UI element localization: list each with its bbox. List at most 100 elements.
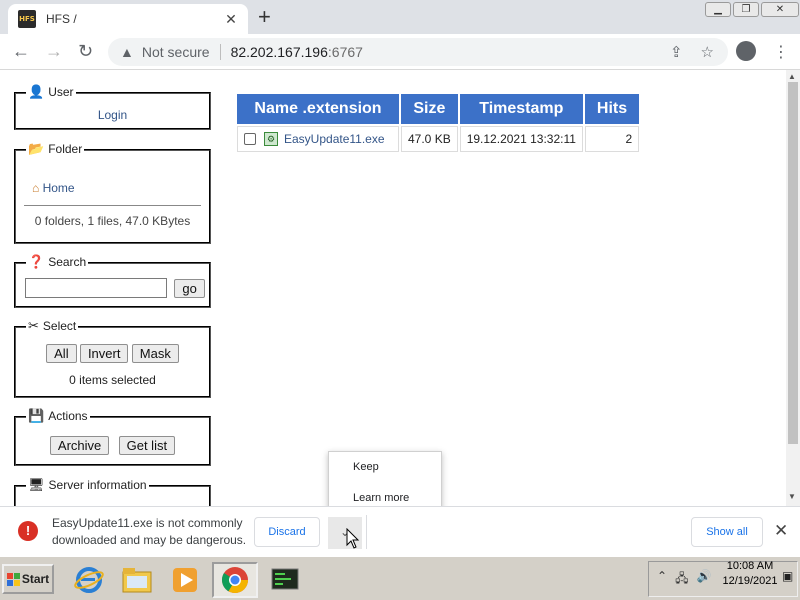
folder-panel: 📂 Folder ⌂ Home 0 folders, 1 files, 47.0… — [14, 141, 211, 244]
search-go-button[interactable]: go — [174, 278, 205, 298]
actions-panel: 💾 Actions Archive Get list — [14, 408, 211, 466]
warning-triangle-icon[interactable]: ▲ — [120, 44, 134, 60]
danger-icon: ! — [18, 521, 38, 541]
minimize-button[interactable]: ▁ — [705, 2, 731, 17]
get-list-button[interactable]: Get list — [118, 436, 176, 455]
taskbar: Start ⌃ 🖧 🔊 10:08 AM 12/19/2021 ▣ — [0, 556, 800, 600]
file-explorer-icon[interactable] — [114, 562, 160, 598]
select-all-button[interactable]: All — [46, 344, 77, 363]
terminal-app-icon[interactable] — [262, 562, 308, 598]
search-input[interactable] — [25, 278, 167, 298]
hfs-page: 👤 User Login 📂 Folder ⌂ Home 0 folders, … — [0, 70, 786, 506]
tray-expand-icon[interactable]: ⌃ — [657, 569, 667, 590]
scroll-up-arrow-icon[interactable]: ▲ — [788, 72, 796, 81]
volume-icon[interactable]: 🔊 — [696, 569, 711, 590]
omnibox-actions: ⇪ ☆ — [670, 43, 714, 61]
show-desktop-icon[interactable]: ▣ — [782, 569, 793, 583]
windows-flag-icon — [6, 572, 20, 586]
user-icon: 👤 — [28, 84, 45, 99]
help-icon: ❓ — [28, 254, 45, 269]
file-select-checkbox[interactable] — [244, 133, 256, 146]
search-legend: ❓ Search — [26, 254, 89, 270]
scissors-icon: ✂ — [28, 318, 39, 333]
select-legend-label: Select — [42, 319, 77, 333]
clock-date: 12/19/2021 — [722, 575, 778, 587]
discard-button[interactable]: Discard — [254, 517, 320, 547]
download-bar-divider — [366, 515, 367, 549]
hfs-favicon-icon: HFS — [18, 10, 36, 28]
column-size[interactable]: Size — [401, 94, 458, 124]
select-legend: ✂ Select — [26, 318, 79, 334]
server-legend: 🖥 Server information — [26, 477, 149, 493]
invert-selection-button[interactable]: Invert — [79, 344, 129, 363]
file-hits-cell: 2 — [584, 126, 640, 152]
start-button[interactable]: Start — [2, 564, 54, 594]
new-tab-button[interactable]: + — [258, 6, 271, 28]
table-header-row: Name .extension Size Timestamp Hits — [237, 94, 640, 124]
column-hits[interactable]: Hits — [584, 94, 640, 124]
login-link[interactable]: Login — [98, 108, 127, 122]
column-timestamp[interactable]: Timestamp — [459, 94, 583, 124]
tab-strip: HFS HFS / ✕ + ▁ ❐ ✕ — [0, 0, 800, 34]
show-all-button[interactable]: Show all — [691, 517, 763, 547]
file-size-cell: 47.0 KB — [401, 126, 458, 152]
browser-toolbar: ← → ↻ ▲ Not secure 82.202.167.196:6767 ⇪… — [0, 34, 800, 70]
url-port: :6767 — [327, 44, 363, 60]
tab-close-icon[interactable]: ✕ — [222, 11, 240, 28]
column-name[interactable]: Name .extension — [237, 94, 399, 124]
file-name-cell: ⚙ EasyUpdate11.exe — [237, 126, 399, 152]
menu-item-keep[interactable]: Keep — [329, 452, 441, 483]
server-legend-label: Server information — [48, 478, 147, 492]
internet-explorer-icon[interactable] — [66, 562, 112, 598]
search-panel: ❓ Search go — [14, 254, 211, 308]
tab-hfs[interactable]: HFS HFS / ✕ — [8, 4, 248, 34]
share-icon[interactable]: ⇪ — [670, 43, 683, 61]
clock-time: 10:08 AM — [726, 560, 774, 572]
archive-button[interactable]: Archive — [49, 436, 110, 455]
page-scrollbar-thumb[interactable] — [788, 82, 798, 444]
forward-arrow-icon[interactable]: → — [45, 42, 63, 60]
server-info-panel: 🖥 Server information — [14, 477, 211, 506]
selection-status: 0 items selected — [69, 373, 156, 387]
exe-file-icon: ⚙ — [264, 132, 278, 147]
back-arrow-icon[interactable]: ← — [12, 42, 30, 60]
url-host: 82.202.167.196 — [230, 44, 328, 60]
bookmark-star-icon[interactable]: ☆ — [701, 43, 714, 61]
address-bar[interactable]: ▲ Not secure 82.202.167.196:6767 ⇪ ☆ — [108, 38, 728, 66]
home-link[interactable]: Home — [43, 181, 75, 195]
start-label: Start — [21, 572, 50, 586]
scroll-down-arrow-icon[interactable]: ▼ — [788, 492, 796, 501]
download-warning-message: EasyUpdate11.exe is not commonly downloa… — [52, 516, 247, 547]
maximize-button[interactable]: ❐ — [733, 2, 759, 17]
profile-avatar-icon[interactable] — [736, 41, 756, 61]
file-link[interactable]: EasyUpdate11.exe — [284, 132, 385, 146]
window-close-button[interactable]: ✕ — [761, 2, 799, 17]
download-bar: ! EasyUpdate11.exe is not commonly downl… — [0, 506, 800, 556]
mouse-cursor-icon — [346, 528, 360, 549]
reload-icon[interactable]: ↻ — [78, 42, 93, 60]
menu-kebab-icon[interactable]: ⋮ — [773, 42, 789, 62]
table-row: ⚙ EasyUpdate11.exe 47.0 KB 19.12.2021 13:… — [237, 126, 640, 152]
clock[interactable]: 10:08 AM 12/19/2021 — [720, 559, 780, 589]
folder-icon: 📂 — [28, 141, 45, 156]
download-context-menu: Keep Learn more — [328, 451, 442, 513]
download-bar-close-icon[interactable]: ✕ — [774, 521, 788, 541]
omnibox-divider — [219, 44, 221, 60]
home-icon: ⌂ — [32, 181, 40, 195]
mask-button[interactable]: Mask — [131, 344, 179, 363]
actions-legend: 💾 Actions — [26, 408, 90, 424]
network-icon[interactable]: 🖧 — [675, 569, 688, 590]
server-icon: 🖥 — [28, 477, 45, 492]
folder-summary: 0 folders, 1 files, 47.0 KBytes — [34, 214, 191, 228]
select-panel: ✂ Select All Invert Mask 0 items selecte… — [14, 318, 211, 398]
media-player-icon[interactable] — [162, 562, 208, 598]
not-secure-label[interactable]: Not secure — [142, 44, 210, 60]
chrome-icon[interactable] — [212, 562, 258, 598]
folder-legend-label: Folder — [48, 142, 83, 156]
tab-title: HFS / — [46, 12, 77, 26]
file-timestamp-cell: 19.12.2021 13:32:11 — [459, 126, 583, 152]
floppy-disk-icon: 💾 — [28, 408, 45, 423]
user-legend: 👤 User — [26, 84, 76, 100]
user-legend-label: User — [48, 85, 74, 99]
folder-legend: 📂 Folder — [26, 141, 85, 157]
